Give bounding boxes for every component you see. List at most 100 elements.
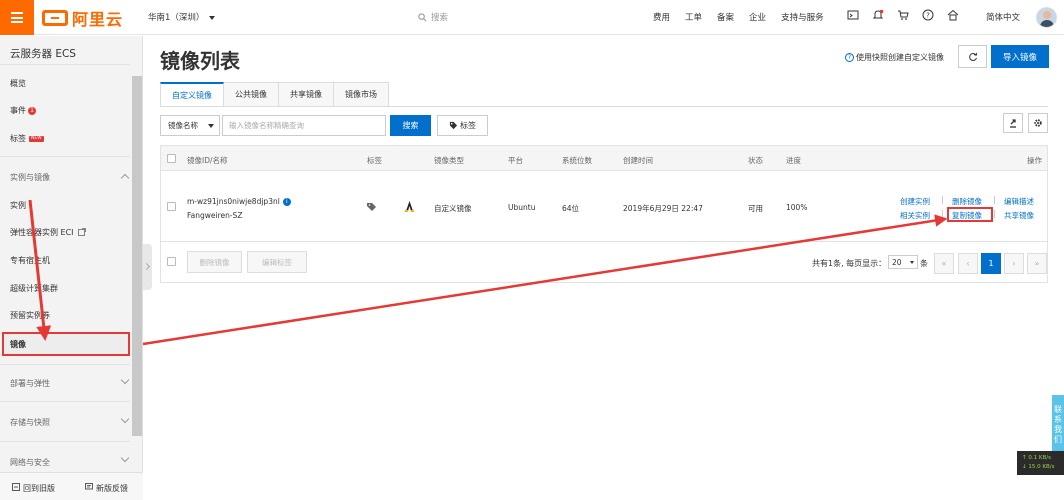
bulk-delete-button[interactable]: 删除镜像 bbox=[187, 251, 242, 273]
chevron-down-icon bbox=[209, 15, 216, 20]
tab-public-images[interactable]: 公共镜像 bbox=[224, 82, 279, 107]
sidebar-item-images[interactable]: 镜像 bbox=[10, 339, 26, 350]
nav-tickets[interactable]: 工单 bbox=[685, 11, 702, 23]
divider bbox=[942, 210, 943, 218]
tag-icon[interactable] bbox=[367, 203, 377, 211]
nav-billing[interactable]: 费用 bbox=[653, 11, 670, 23]
svg-text:?: ? bbox=[926, 12, 930, 20]
menu-icon[interactable] bbox=[0, 0, 34, 35]
sidebar-item-events[interactable]: 事件 1 bbox=[10, 105, 36, 116]
first-page-button[interactable]: « bbox=[934, 253, 954, 274]
bell-icon[interactable] bbox=[872, 9, 884, 21]
refresh-button[interactable] bbox=[958, 45, 987, 68]
image-type: 自定义镜像 bbox=[434, 204, 472, 213]
global-search[interactable]: 搜索 bbox=[418, 11, 448, 23]
top-nav: 费用 工单 备案 企业 支持与服务 bbox=[653, 11, 839, 23]
avatar[interactable] bbox=[1036, 7, 1057, 28]
terminal-icon[interactable] bbox=[847, 9, 859, 21]
related-instances-link[interactable]: 相关实例 bbox=[900, 210, 930, 221]
sidebar-group-deploy-elastic[interactable]: 部署与弹性 bbox=[10, 378, 50, 389]
tab-custom-images[interactable]: 自定义镜像 bbox=[160, 82, 224, 107]
prev-page-button[interactable]: ‹ bbox=[958, 253, 978, 274]
contact-us-tab[interactable]: 联系我们 bbox=[1052, 395, 1064, 455]
col-platform: 平台 bbox=[508, 156, 523, 165]
nav-support[interactable]: 支持与服务 bbox=[781, 11, 824, 23]
gear-icon bbox=[1034, 119, 1042, 127]
sidebar-item-dedicated-host[interactable]: 专有宿主机 bbox=[10, 255, 50, 266]
sidebar-scrollbar[interactable] bbox=[132, 76, 142, 436]
next-page-button[interactable]: › bbox=[1004, 253, 1024, 274]
sidebar-item-tags[interactable]: 标签 NEW bbox=[10, 133, 44, 144]
sidebar-item-label: 标签 bbox=[10, 134, 26, 143]
sidebar-group-network-security[interactable]: 网络与安全 bbox=[10, 457, 50, 468]
cart-icon[interactable] bbox=[897, 9, 909, 21]
back-to-old-version-link[interactable]: 回到旧版 bbox=[23, 483, 55, 494]
share-image-link[interactable]: 共享镜像 bbox=[1004, 210, 1034, 221]
col-id-name: 镜像ID/名称 bbox=[187, 156, 228, 165]
page-size-select[interactable]: 20 bbox=[888, 255, 918, 269]
top-icons: ? bbox=[847, 9, 959, 21]
sidebar-collapse-toggle[interactable] bbox=[143, 244, 152, 290]
image-created: 2019年6月29日 22:47 bbox=[623, 204, 703, 213]
snapshot-create-image-help-link[interactable]: ? 使用快照创建自定义镜像 bbox=[845, 52, 944, 63]
language-selector[interactable]: 简体中文 bbox=[986, 11, 1020, 23]
tab-shared-images[interactable]: 共享镜像 bbox=[279, 82, 334, 107]
image-name-search-input[interactable] bbox=[222, 115, 386, 136]
settings-button[interactable] bbox=[1028, 113, 1048, 133]
import-image-button[interactable]: 导入镜像 bbox=[991, 45, 1049, 68]
col-bits: 系统位数 bbox=[562, 156, 592, 165]
external-link-icon bbox=[78, 228, 86, 236]
page-size-value: 20 bbox=[892, 257, 902, 267]
help-icon[interactable]: ? bbox=[922, 9, 934, 21]
bulk-select-checkbox[interactable] bbox=[167, 257, 176, 266]
sidebar-item-eci[interactable]: 弹性容器实例 ECI bbox=[10, 227, 86, 238]
home-icon[interactable] bbox=[947, 9, 959, 21]
sidebar-item-super-cluster[interactable]: 超级计算集群 bbox=[10, 283, 58, 294]
export-button[interactable] bbox=[1003, 113, 1023, 133]
feedback-icon bbox=[85, 483, 93, 490]
chevron-up-icon[interactable] bbox=[120, 173, 130, 183]
tags-filter-button[interactable]: 标签 bbox=[437, 115, 488, 136]
export-icon bbox=[1010, 119, 1016, 128]
new-badge: NEW bbox=[29, 136, 44, 142]
sidebar-item-reserved-instances[interactable]: 预留实例券 bbox=[10, 310, 50, 321]
copy-image-link[interactable]: 复制镜像 bbox=[952, 210, 982, 221]
divider bbox=[942, 196, 943, 204]
image-id[interactable]: m-wz91jns0niwje8djp3nl i bbox=[187, 197, 291, 206]
edit-description-link[interactable]: 编辑描述 bbox=[1004, 196, 1034, 207]
select-all-checkbox[interactable] bbox=[167, 154, 176, 163]
nav-icp[interactable]: 备案 bbox=[717, 11, 734, 23]
create-instance-link[interactable]: 创建实例 bbox=[900, 196, 930, 207]
aliyun-logo[interactable]: 阿里云 bbox=[42, 8, 123, 29]
region-selector[interactable]: 华南1（深圳） bbox=[148, 11, 216, 23]
download-speed-value: 15.0 KB/s bbox=[1028, 464, 1055, 470]
delete-image-link[interactable]: 删除镜像 bbox=[952, 196, 982, 207]
sidebar-item-overview[interactable]: 概览 bbox=[10, 78, 26, 89]
divider bbox=[994, 210, 995, 218]
filter-field-select[interactable]: 镜像名称 bbox=[160, 115, 220, 136]
upload-speed: ↑ 0.1 KB/s bbox=[1022, 455, 1051, 461]
sidebar-group-storage-snapshots[interactable]: 存储与快照 bbox=[10, 417, 50, 428]
tab-image-market[interactable]: 镜像市场 bbox=[334, 82, 389, 107]
chevron-down-icon[interactable] bbox=[120, 414, 130, 424]
image-name: Fangweiren-SZ bbox=[187, 211, 243, 220]
new-version-feedback-link[interactable]: 新版反馈 bbox=[96, 483, 128, 494]
bulk-edit-tags-button[interactable]: 编辑标签 bbox=[247, 251, 307, 273]
image-id-text: m-wz91jns0niwje8djp3nl bbox=[187, 197, 280, 206]
info-icon[interactable]: i bbox=[282, 198, 291, 206]
chevron-down-icon[interactable] bbox=[120, 375, 130, 385]
last-page-button[interactable]: » bbox=[1027, 253, 1047, 274]
image-status: 可用 bbox=[748, 204, 763, 213]
divider bbox=[0, 441, 130, 442]
nav-enterprise[interactable]: 企业 bbox=[749, 11, 766, 23]
back-old-version-icon bbox=[12, 483, 20, 491]
sidebar-item-instances[interactable]: 实例 bbox=[10, 200, 26, 211]
chevron-down-icon[interactable] bbox=[120, 453, 130, 463]
search-button[interactable]: 搜索 bbox=[390, 115, 431, 136]
help-link-label: 使用快照创建自定义镜像 bbox=[856, 53, 944, 62]
page-1-button[interactable]: 1 bbox=[981, 253, 1001, 274]
download-speed: ↓ 15.0 KB/s bbox=[1022, 464, 1055, 470]
divider bbox=[0, 401, 130, 402]
sidebar-group-instances-images[interactable]: 实例与镜像 bbox=[10, 172, 50, 183]
row-checkbox[interactable] bbox=[167, 202, 176, 211]
